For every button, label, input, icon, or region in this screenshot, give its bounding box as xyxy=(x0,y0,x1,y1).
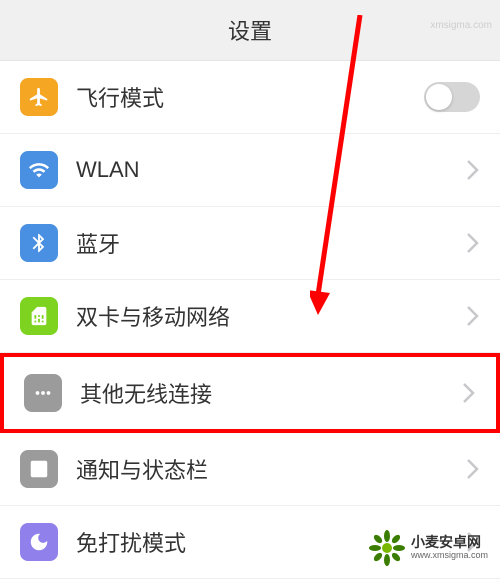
watermark-logo-icon xyxy=(369,530,405,566)
row-bluetooth[interactable]: 蓝牙 xyxy=(0,207,500,280)
row-wlan[interactable]: WLAN xyxy=(0,134,500,207)
watermark-brand: 小麦安卓网 xyxy=(411,535,488,550)
airplane-icon xyxy=(20,78,58,116)
notification-icon xyxy=(20,450,58,488)
chevron-right-icon xyxy=(466,159,480,181)
page-title: 设置 xyxy=(228,14,272,46)
bluetooth-icon xyxy=(20,224,58,262)
wifi-icon xyxy=(20,151,58,189)
settings-list: 飞行模式 WLAN 蓝牙 双卡与移动网络 xyxy=(0,60,500,579)
sim-icon xyxy=(20,297,58,335)
row-label: WLAN xyxy=(76,157,466,183)
chevron-right-icon xyxy=(466,232,480,254)
header: 设置 xyxy=(0,0,500,60)
airplane-toggle[interactable] xyxy=(424,82,480,112)
row-notification[interactable]: 通知与状态栏 xyxy=(0,433,500,506)
row-label: 飞行模式 xyxy=(76,81,424,113)
row-label: 蓝牙 xyxy=(76,227,466,259)
toggle-knob xyxy=(426,84,452,110)
row-label: 双卡与移动网络 xyxy=(76,300,466,332)
watermark: 小麦安卓网 www.xmsigma.com xyxy=(369,530,488,566)
chevron-right-icon xyxy=(466,305,480,327)
row-label: 通知与状态栏 xyxy=(76,453,466,485)
watermark-text: 小麦安卓网 www.xmsigma.com xyxy=(411,535,488,560)
chevron-right-icon xyxy=(466,458,480,480)
more-icon xyxy=(24,374,62,412)
row-other-wireless[interactable]: 其他无线连接 xyxy=(0,353,500,433)
row-airplane-mode[interactable]: 飞行模式 xyxy=(0,61,500,134)
watermark-top: xmsigma.com xyxy=(430,20,492,31)
row-label: 其他无线连接 xyxy=(80,377,462,409)
row-sim-network[interactable]: 双卡与移动网络 xyxy=(0,280,500,353)
chevron-right-icon xyxy=(462,382,476,404)
moon-icon xyxy=(20,523,58,561)
watermark-url: www.xmsigma.com xyxy=(411,551,488,561)
